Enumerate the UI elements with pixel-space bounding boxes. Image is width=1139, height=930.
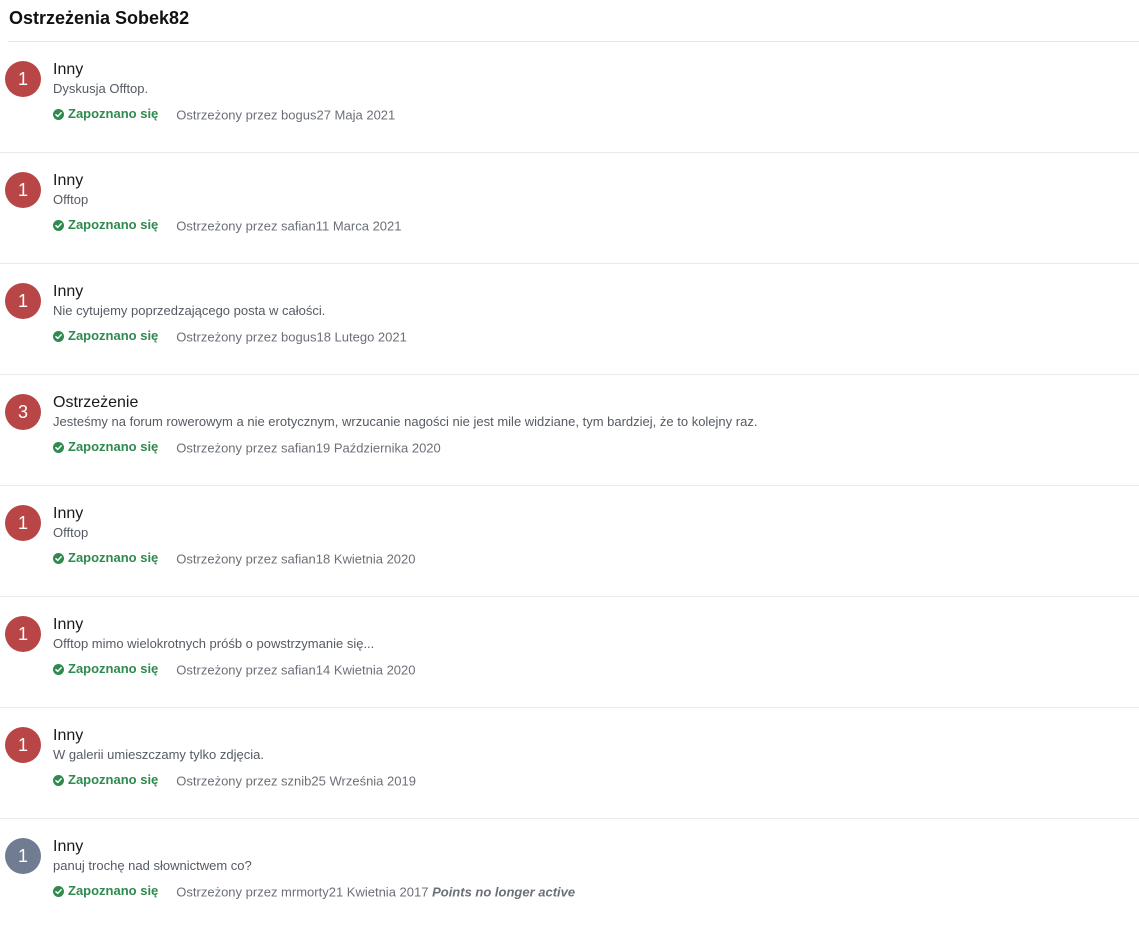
warning-type[interactable]: Inny [53, 60, 1129, 79]
acknowledged-label: Zapoznano się [68, 883, 159, 898]
acknowledged-status: Zapoznano się [53, 771, 158, 789]
warning-item[interactable]: 1 Inny Nie cytujemy poprzedzającego post… [0, 264, 1139, 375]
warning-body: Inny Dyskusja Offtop. [53, 60, 1129, 98]
check-circle-icon [53, 330, 64, 342]
warning-type[interactable]: Inny [53, 837, 1129, 856]
acknowledged-status: Zapoznano się [53, 549, 158, 567]
warning-body: Inny Offtop mimo wielokrotnych próśb o p… [53, 615, 1129, 653]
check-circle-icon [53, 885, 64, 897]
warning-meta: Zapoznano się Ostrzeżony przez bogus27 Ma… [53, 105, 395, 125]
check-circle-icon [53, 219, 64, 231]
warned-by-text: Ostrzeżony przez safian14 Kwietnia 2020 [176, 662, 416, 678]
points-badge: 1 [5, 727, 41, 763]
warning-reason: Offtop [53, 525, 89, 540]
check-circle-icon [53, 441, 64, 453]
warning-meta: Zapoznano się Ostrzeżony przez mrmorty21 … [53, 882, 575, 902]
acknowledged-label: Zapoznano się [68, 661, 159, 676]
points-badge: 1 [5, 505, 41, 541]
warning-reason: Jesteśmy na forum rowerowym a nie erotyc… [53, 414, 758, 429]
warned-by-text: Ostrzeżony przez bogus18 Lutego 2021 [176, 329, 407, 345]
warning-body: Inny Offtop [53, 504, 1129, 542]
warned-by-text: Ostrzeżony przez mrmorty21 Kwietnia 2017 [176, 884, 429, 900]
warned-by-text: Ostrzeżony przez safian19 Października 2… [176, 440, 441, 456]
warning-item[interactable]: 1 Inny Dyskusja Offtop. Zapoznano się Ost… [0, 42, 1139, 153]
points-badge: 1 [5, 616, 41, 652]
warning-reason: Offtop mimo wielokrotnych próśb o powstr… [53, 636, 375, 651]
warning-body: Inny Offtop [53, 171, 1129, 209]
acknowledged-status: Zapoznano się [53, 882, 158, 900]
warned-by-text: Ostrzeżony przez sznib25 Września 2019 [176, 773, 416, 789]
warned-by-text: Ostrzeżony przez bogus27 Maja 2021 [176, 107, 396, 123]
page-title: Ostrzeżenia Sobek82 [9, 8, 190, 28]
warning-reason: panuj trochę nad słownictwem co? [53, 858, 252, 873]
acknowledged-label: Zapoznano się [68, 328, 159, 343]
warning-item[interactable]: 1 Inny W galerii umieszczamy tylko zdjęc… [0, 708, 1139, 819]
points-badge: 1 [5, 61, 41, 97]
acknowledged-status: Zapoznano się [53, 660, 158, 678]
warning-reason: W galerii umieszczamy tylko zdjęcia. [53, 747, 264, 762]
check-circle-icon [53, 108, 64, 120]
warning-meta: Zapoznano się Ostrzeżony przez safian11 M… [53, 216, 402, 236]
warning-item[interactable]: 1 Inny Offtop mimo wielokrotnych próśb o… [0, 597, 1139, 708]
warning-meta: Zapoznano się Ostrzeżony przez safian14 K… [53, 660, 415, 680]
acknowledged-label: Zapoznano się [68, 772, 159, 787]
points-badge: 1 [5, 172, 41, 208]
warning-type[interactable]: Inny [53, 504, 1129, 523]
warning-meta: Zapoznano się Ostrzeżony przez sznib25 Wr… [53, 771, 416, 791]
warning-type[interactable]: Inny [53, 282, 1129, 301]
warning-type[interactable]: Inny [53, 726, 1129, 745]
warning-meta: Zapoznano się Ostrzeżony przez safian18 K… [53, 549, 415, 569]
check-circle-icon [53, 663, 64, 675]
warning-item[interactable]: 1 Inny Offtop Zapoznano się Ostrzeżony pr… [0, 153, 1139, 264]
warning-reason: Dyskusja Offtop. [53, 81, 149, 96]
acknowledged-label: Zapoznano się [68, 550, 159, 565]
acknowledged-label: Zapoznano się [68, 106, 159, 121]
acknowledged-label: Zapoznano się [68, 439, 159, 454]
acknowledged-label: Zapoznano się [68, 217, 159, 232]
points-badge: 1 [5, 838, 41, 874]
warning-meta: Zapoznano się Ostrzeżony przez bogus18 Lu… [53, 327, 407, 347]
warning-body: Ostrzeżenie Jesteśmy na forum rowerowym … [53, 393, 1129, 431]
warning-body: Inny W galerii umieszczamy tylko zdjęcia… [53, 726, 1129, 764]
warning-type[interactable]: Ostrzeżenie [53, 393, 1129, 412]
warning-meta: Zapoznano się Ostrzeżony przez safian19 P… [53, 438, 441, 458]
warning-body: Inny Nie cytujemy poprzedzającego posta … [53, 282, 1129, 320]
warning-body: Inny panuj trochę nad słownictwem co? [53, 837, 1129, 875]
check-circle-icon [53, 774, 64, 786]
points-badge: 3 [5, 394, 41, 430]
warning-item[interactable]: 1 Inny Offtop Zapoznano się Ostrzeżony pr… [0, 486, 1139, 597]
warning-item[interactable]: 3 Ostrzeżenie Jesteśmy na forum rowerowy… [0, 375, 1139, 486]
inactive-points-note: Points no longer active [432, 884, 576, 900]
points-badge: 1 [5, 283, 41, 319]
check-circle-icon [53, 552, 64, 564]
warned-by-text: Ostrzeżony przez safian18 Kwietnia 2020 [176, 551, 416, 567]
acknowledged-status: Zapoznano się [53, 327, 158, 345]
warning-item[interactable]: 1 Inny panuj trochę nad słownictwem co? … [0, 819, 1139, 930]
warning-reason: Nie cytujemy poprzedzającego posta w cał… [53, 303, 326, 318]
acknowledged-status: Zapoznano się [53, 105, 158, 123]
warning-type[interactable]: Inny [53, 171, 1129, 190]
warning-list: 1 Inny Dyskusja Offtop. Zapoznano się Ost… [0, 42, 1139, 930]
warning-reason: Offtop [53, 192, 89, 207]
page-header: Ostrzeżenia Sobek82 [8, 0, 1139, 42]
acknowledged-status: Zapoznano się [53, 216, 158, 234]
warned-by-text: Ostrzeżony przez safian11 Marca 2021 [176, 218, 402, 234]
acknowledged-status: Zapoznano się [53, 438, 158, 456]
warning-type[interactable]: Inny [53, 615, 1129, 634]
